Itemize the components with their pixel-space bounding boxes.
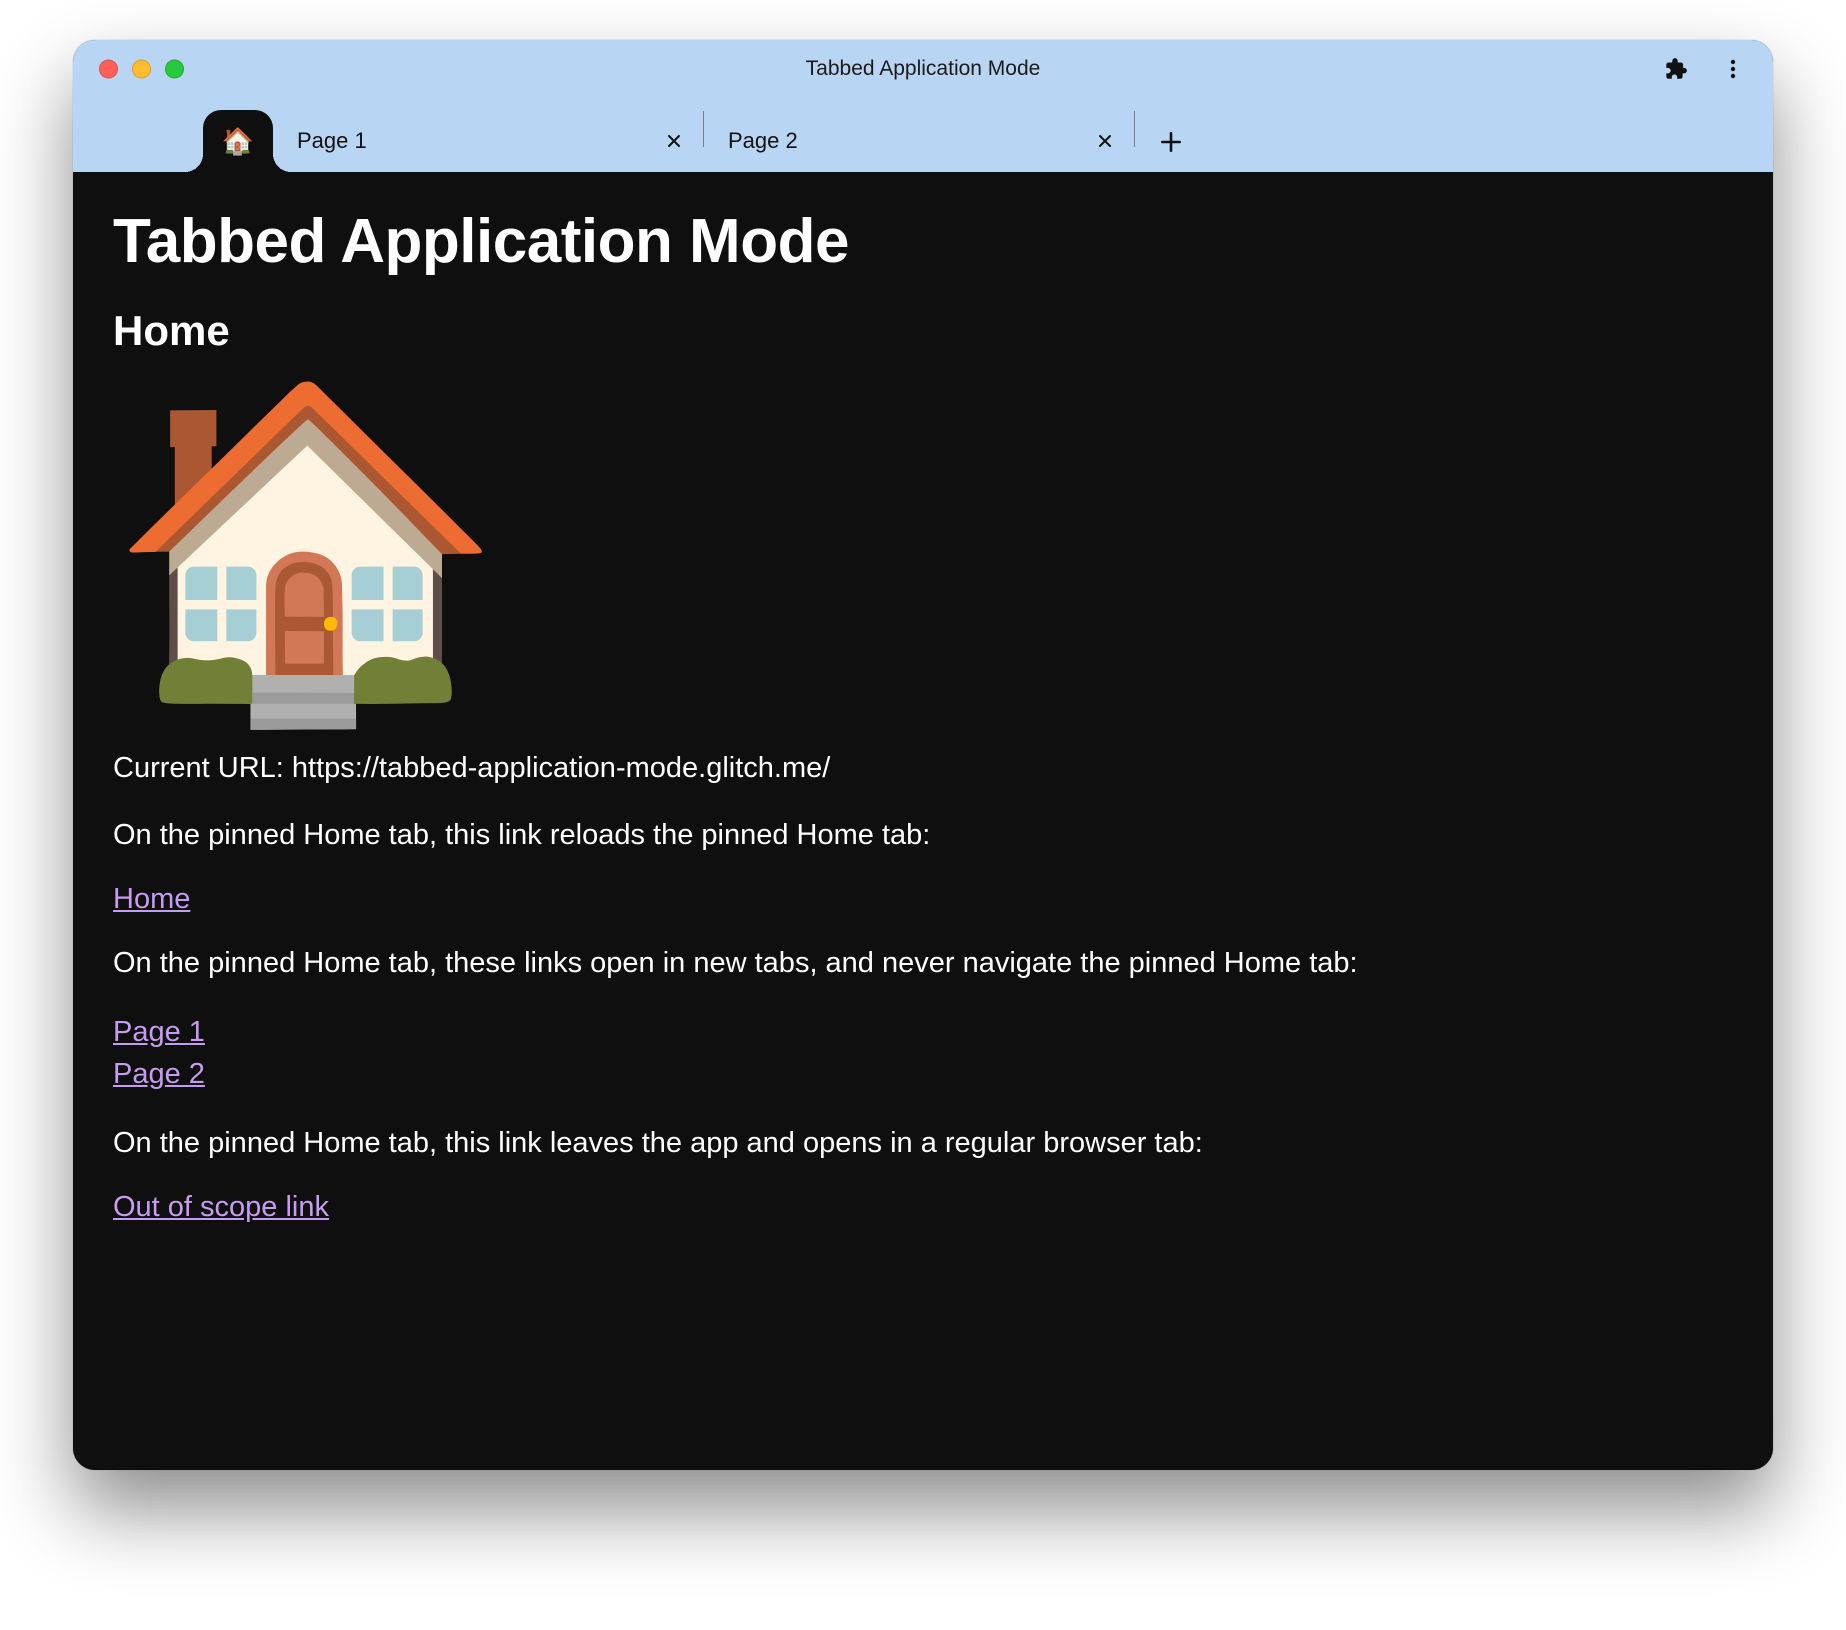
close-icon <box>1095 131 1115 151</box>
tab-page-2[interactable]: Page 2 <box>704 110 1134 172</box>
paragraph-outofscope: On the pinned Home tab, this link leaves… <box>113 1124 1733 1163</box>
tab-label: Page 1 <box>297 128 649 154</box>
app-window: Tabbed Application Mode <box>73 40 1773 1470</box>
page-title: Tabbed Application Mode <box>113 206 1733 277</box>
titlebar-actions <box>1655 49 1753 89</box>
plus-icon <box>1158 129 1184 155</box>
page-subtitle: Home <box>113 307 1733 355</box>
tab-close-button[interactable] <box>1094 130 1116 152</box>
traffic-lights <box>99 60 184 79</box>
page-content: Tabbed Application Mode Home 🏠 Current U… <box>73 172 1773 1470</box>
link-out-of-scope[interactable]: Out of scope link <box>113 1191 329 1224</box>
tab-pinned-home[interactable]: 🏠 <box>203 110 273 172</box>
more-vertical-icon <box>1721 57 1745 81</box>
more-menu-button[interactable] <box>1713 49 1753 89</box>
window-title: Tabbed Application Mode <box>806 57 1041 81</box>
extensions-button[interactable] <box>1655 49 1695 89</box>
paragraph-newtabs: On the pinned Home tab, these links open… <box>113 944 1733 983</box>
window-minimize-button[interactable] <box>132 60 151 79</box>
window-close-button[interactable] <box>99 60 118 79</box>
tab-page-1[interactable]: Page 1 <box>273 110 703 172</box>
titlebar: Tabbed Application Mode <box>73 40 1773 172</box>
paragraph-reload: On the pinned Home tab, this link reload… <box>113 816 1733 855</box>
house-icon: 🏠 <box>222 128 254 154</box>
house-icon: 🏠 <box>107 389 1733 709</box>
current-url-line: Current URL: https://tabbed-application-… <box>113 749 1733 788</box>
tab-divider <box>1134 111 1135 147</box>
window-maximize-button[interactable] <box>165 60 184 79</box>
link-page-1[interactable]: Page 1 <box>113 1011 1733 1053</box>
link-page-2[interactable]: Page 2 <box>113 1053 1733 1095</box>
puzzle-icon <box>1662 56 1688 82</box>
titlebar-top: Tabbed Application Mode <box>73 40 1773 98</box>
tab-close-button[interactable] <box>663 130 685 152</box>
tab-label: Page 2 <box>728 128 1080 154</box>
tabstrip: 🏠 Page 1 Page 2 <box>73 98 1773 172</box>
close-icon <box>664 131 684 151</box>
link-home[interactable]: Home <box>113 883 190 916</box>
new-tab-button[interactable] <box>1147 118 1195 166</box>
